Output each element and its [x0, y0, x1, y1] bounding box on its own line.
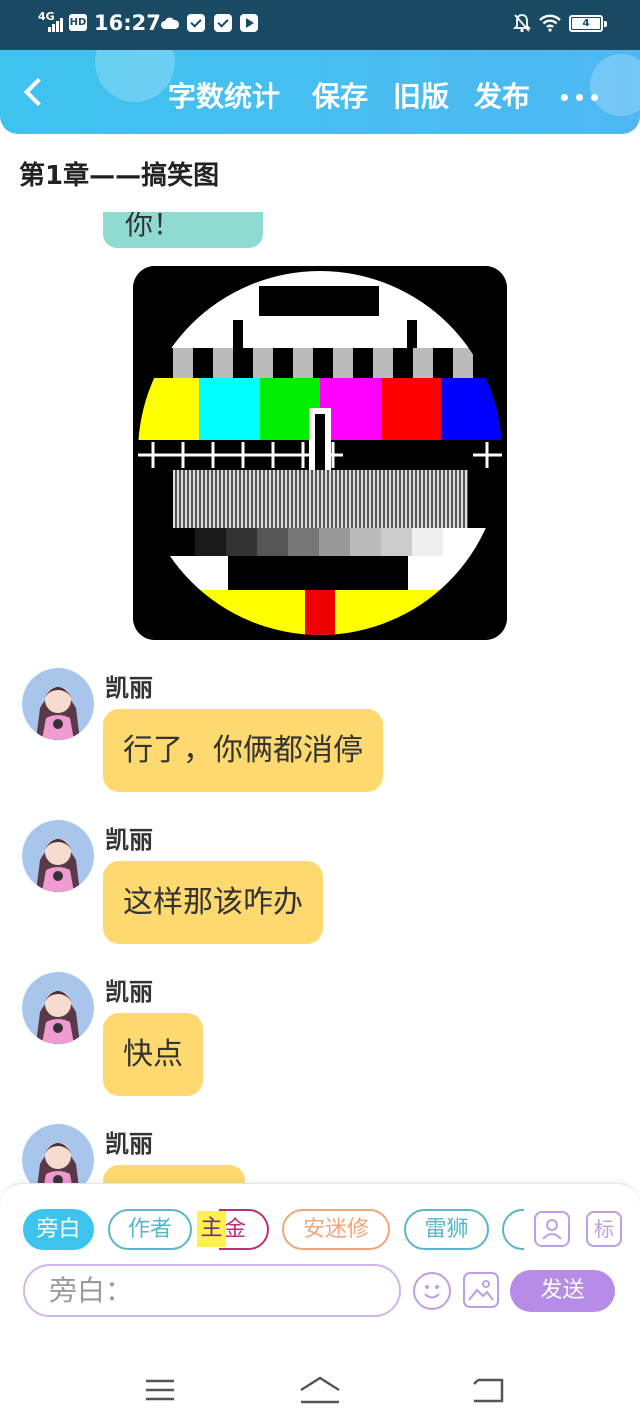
battery-icon: 4 — [569, 15, 607, 32]
status-bar: 4G HD 16:27 4 — [0, 0, 640, 50]
wifi-icon — [539, 14, 561, 32]
message-icon — [214, 14, 232, 32]
partial-message-text: 你！ — [125, 212, 182, 241]
avatar-graphic — [22, 972, 94, 1044]
decor-bubble — [590, 54, 640, 116]
person-card-graphic — [542, 1219, 562, 1240]
sender-name: 凯丽 — [105, 978, 153, 1006]
message-bubble[interactable]: 快点 — [103, 1013, 203, 1096]
tag-button[interactable]: 标 — [586, 1211, 622, 1247]
character-chip-author[interactable]: 作者 — [108, 1209, 192, 1250]
character-chip-narrator[interactable]: 旁白 — [23, 1209, 94, 1250]
partial-message: 你！ — [103, 212, 263, 249]
sender-name: 凯丽 — [105, 1130, 153, 1158]
clock: 16:27 — [94, 11, 161, 35]
character-chip-anmixiu[interactable]: 安迷修 — [282, 1209, 390, 1250]
message-icon — [187, 14, 205, 32]
system-nav-bar — [0, 1353, 640, 1427]
partial-message-bubble[interactable]: 你！ — [103, 212, 263, 248]
avatar[interactable] — [22, 820, 94, 892]
word-count-button[interactable]: 字数统计 — [168, 80, 280, 114]
character-chip-label-highlight: 主 — [197, 1211, 226, 1247]
tv-test-card-image[interactable] — [133, 266, 507, 640]
old-version-button[interactable]: 旧版 — [393, 80, 449, 114]
sender-name: 凯丽 — [105, 674, 153, 702]
publish-button[interactable]: 发布 — [474, 80, 530, 114]
message-input[interactable]: 旁白： — [23, 1264, 401, 1317]
back-icon[interactable] — [470, 1375, 506, 1405]
avatar-graphic — [22, 668, 94, 740]
image-icon[interactable] — [463, 1272, 499, 1308]
back-arrow-icon[interactable] — [18, 74, 52, 108]
cloud-icon — [161, 17, 179, 29]
gray-bars — [173, 348, 473, 378]
image-graphic — [468, 1280, 494, 1301]
menu-icon[interactable] — [143, 1376, 177, 1404]
signal-icon — [48, 18, 66, 32]
avatar[interactable] — [22, 668, 94, 740]
resolution-lines — [173, 470, 468, 528]
send-button[interactable]: 发送 — [510, 1270, 615, 1312]
top-app-bar: 字数统计 保存 旧版 发布 — [0, 50, 640, 134]
tv-test-card-graphic — [133, 266, 507, 640]
play-icon — [240, 14, 258, 32]
home-icon[interactable] — [298, 1374, 342, 1406]
emoji-icon[interactable] — [413, 1272, 451, 1310]
save-button[interactable]: 保存 — [312, 80, 368, 114]
screen: { "status_bar": { "network": "4G", "hd":… — [0, 0, 640, 1427]
more-dots-icon[interactable] — [561, 94, 599, 104]
emoji-graphic — [424, 1285, 440, 1299]
avatar-graphic — [22, 820, 94, 892]
character-chip-label-rest: 金 — [219, 1209, 269, 1250]
hd-badge: HD — [69, 14, 87, 31]
decor-bubble — [95, 50, 175, 102]
character-chip-protagonist[interactable]: 金 主 — [197, 1209, 269, 1250]
message-bubble[interactable]: 行了，你俩都消停 — [103, 709, 383, 792]
chapter-title: 第1章——搞笑图 — [19, 161, 220, 191]
message-bubble[interactable]: 这样那该咋办 — [103, 861, 323, 944]
character-chip-leishi[interactable]: 雷狮 — [404, 1209, 489, 1250]
grayscale-steps — [138, 528, 502, 556]
bell-off-icon — [513, 14, 531, 33]
avatar[interactable] — [22, 972, 94, 1044]
person-card-icon[interactable] — [534, 1211, 570, 1247]
sender-name: 凯丽 — [105, 826, 153, 854]
battery-level: 4 — [572, 18, 600, 29]
